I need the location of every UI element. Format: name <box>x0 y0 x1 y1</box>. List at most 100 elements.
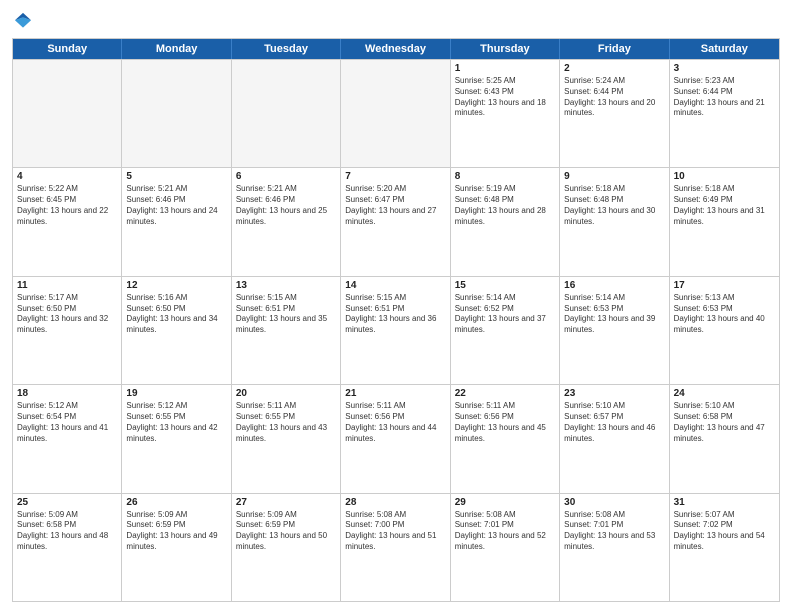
day-info: Sunrise: 5:08 AMSunset: 7:01 PMDaylight:… <box>564 510 664 553</box>
day-info: Sunrise: 5:13 AMSunset: 6:53 PMDaylight:… <box>674 293 775 336</box>
day-cell-7: 7 Sunrise: 5:20 AMSunset: 6:47 PMDaylight… <box>341 168 450 275</box>
day-info: Sunrise: 5:23 AMSunset: 6:44 PMDaylight:… <box>674 76 775 119</box>
day-cell-20: 20 Sunrise: 5:11 AMSunset: 6:55 PMDayligh… <box>232 385 341 492</box>
day-cell-12: 12Sunrise: 5:16 AMSunset: 6:50 PMDayligh… <box>122 277 231 384</box>
day-number: 16 <box>564 280 664 291</box>
day-number: 21 <box>345 388 445 399</box>
calendar-header-row: SundayMondayTuesdayWednesdayThursdayFrid… <box>13 39 779 59</box>
day-info: Sunrise: 5:09 AMSunset: 6:59 PMDaylight:… <box>236 510 336 553</box>
day-info: Sunrise: 5:09 AMSunset: 6:59 PMDaylight:… <box>126 510 226 553</box>
day-number: 5 <box>126 171 226 182</box>
day-number: 28 <box>345 497 445 508</box>
day-number: 11 <box>17 280 117 291</box>
calendar-body: 1 Sunrise: 5:25 AMSunset: 6:43 PMDaylight… <box>13 59 779 601</box>
day-number: 19 <box>126 388 226 399</box>
day-cell-13: 13 Sunrise: 5:15 AMSunset: 6:51 PMDayligh… <box>232 277 341 384</box>
day-number: 22 <box>455 388 555 399</box>
day-info: Sunrise: 5:10 AMSunset: 6:57 PMDaylight:… <box>564 401 664 444</box>
day-info: Sunrise: 5:07 AMSunset: 7:02 PMDaylight:… <box>674 510 775 553</box>
day-cell-17: 17 Sunrise: 5:13 AMSunset: 6:53 PMDayligh… <box>670 277 779 384</box>
day-number: 30 <box>564 497 664 508</box>
empty-cell <box>341 60 450 167</box>
day-cell-11: 11 Sunrise: 5:17 AMSunset: 6:50 PMDayligh… <box>13 277 122 384</box>
day-number: 14 <box>345 280 445 291</box>
weekday-header-monday: Monday <box>122 39 231 59</box>
day-number: 6 <box>236 171 336 182</box>
day-info: Sunrise: 5:08 AMSunset: 7:00 PMDaylight:… <box>345 510 445 553</box>
day-cell-31: 31 Sunrise: 5:07 AMSunset: 7:02 PMDayligh… <box>670 494 779 601</box>
day-cell-9: 9 Sunrise: 5:18 AMSunset: 6:48 PMDaylight… <box>560 168 669 275</box>
day-cell-29: 29 Sunrise: 5:08 AMSunset: 7:01 PMDayligh… <box>451 494 560 601</box>
day-info: Sunrise: 5:09 AMSunset: 6:58 PMDaylight:… <box>17 510 117 553</box>
day-info: Sunrise: 5:14 AMSunset: 6:52 PMDaylight:… <box>455 293 555 336</box>
day-cell-27: 27 Sunrise: 5:09 AMSunset: 6:59 PMDayligh… <box>232 494 341 601</box>
weekday-header-tuesday: Tuesday <box>232 39 341 59</box>
day-number: 24 <box>674 388 775 399</box>
header <box>12 10 780 32</box>
weekday-header-sunday: Sunday <box>13 39 122 59</box>
day-number: 17 <box>674 280 775 291</box>
day-number: 27 <box>236 497 336 508</box>
day-info: Sunrise: 5:21 AMSunset: 6:46 PMDaylight:… <box>236 184 336 227</box>
day-number: 9 <box>564 171 664 182</box>
day-cell-16: 16 Sunrise: 5:14 AMSunset: 6:53 PMDayligh… <box>560 277 669 384</box>
day-info: Sunrise: 5:18 AMSunset: 6:49 PMDaylight:… <box>674 184 775 227</box>
day-info: Sunrise: 5:22 AMSunset: 6:45 PMDaylight:… <box>17 184 117 227</box>
day-number: 20 <box>236 388 336 399</box>
day-cell-2: 2Sunrise: 5:24 AMSunset: 6:44 PMDaylight… <box>560 60 669 167</box>
day-cell-14: 14 Sunrise: 5:15 AMSunset: 6:51 PMDayligh… <box>341 277 450 384</box>
day-cell-25: 25 Sunrise: 5:09 AMSunset: 6:58 PMDayligh… <box>13 494 122 601</box>
day-number: 18 <box>17 388 117 399</box>
page: SundayMondayTuesdayWednesdayThursdayFrid… <box>0 0 792 612</box>
day-cell-4: 4Sunrise: 5:22 AMSunset: 6:45 PMDaylight… <box>13 168 122 275</box>
day-info: Sunrise: 5:20 AMSunset: 6:47 PMDaylight:… <box>345 184 445 227</box>
day-info: Sunrise: 5:11 AMSunset: 6:55 PMDaylight:… <box>236 401 336 444</box>
day-cell-28: 28 Sunrise: 5:08 AMSunset: 7:00 PMDayligh… <box>341 494 450 601</box>
calendar-row-5: 25 Sunrise: 5:09 AMSunset: 6:58 PMDayligh… <box>13 493 779 601</box>
day-number: 26 <box>126 497 226 508</box>
day-info: Sunrise: 5:11 AMSunset: 6:56 PMDaylight:… <box>345 401 445 444</box>
day-cell-15: 15 Sunrise: 5:14 AMSunset: 6:52 PMDayligh… <box>451 277 560 384</box>
day-cell-10: 10Sunrise: 5:18 AMSunset: 6:49 PMDayligh… <box>670 168 779 275</box>
day-info: Sunrise: 5:08 AMSunset: 7:01 PMDaylight:… <box>455 510 555 553</box>
day-info: Sunrise: 5:17 AMSunset: 6:50 PMDaylight:… <box>17 293 117 336</box>
empty-cell <box>232 60 341 167</box>
day-cell-23: 23 Sunrise: 5:10 AMSunset: 6:57 PMDayligh… <box>560 385 669 492</box>
day-number: 15 <box>455 280 555 291</box>
day-cell-19: 19 Sunrise: 5:12 AMSunset: 6:55 PMDayligh… <box>122 385 231 492</box>
day-number: 1 <box>455 63 555 74</box>
day-info: Sunrise: 5:14 AMSunset: 6:53 PMDaylight:… <box>564 293 664 336</box>
day-cell-3: 3Sunrise: 5:23 AMSunset: 6:44 PMDaylight… <box>670 60 779 167</box>
day-cell-26: 26 Sunrise: 5:09 AMSunset: 6:59 PMDayligh… <box>122 494 231 601</box>
day-cell-30: 30 Sunrise: 5:08 AMSunset: 7:01 PMDayligh… <box>560 494 669 601</box>
logo <box>12 10 38 32</box>
day-cell-21: 21 Sunrise: 5:11 AMSunset: 6:56 PMDayligh… <box>341 385 450 492</box>
day-number: 25 <box>17 497 117 508</box>
day-info: Sunrise: 5:10 AMSunset: 6:58 PMDaylight:… <box>674 401 775 444</box>
day-number: 8 <box>455 171 555 182</box>
day-cell-22: 22Sunrise: 5:11 AMSunset: 6:56 PMDayligh… <box>451 385 560 492</box>
day-number: 31 <box>674 497 775 508</box>
day-info: Sunrise: 5:21 AMSunset: 6:46 PMDaylight:… <box>126 184 226 227</box>
weekday-header-wednesday: Wednesday <box>341 39 450 59</box>
day-number: 29 <box>455 497 555 508</box>
day-cell-5: 5 Sunrise: 5:21 AMSunset: 6:46 PMDaylight… <box>122 168 231 275</box>
calendar-row-4: 18Sunrise: 5:12 AMSunset: 6:54 PMDayligh… <box>13 384 779 492</box>
day-number: 12 <box>126 280 226 291</box>
weekday-header-saturday: Saturday <box>670 39 779 59</box>
day-info: Sunrise: 5:15 AMSunset: 6:51 PMDaylight:… <box>236 293 336 336</box>
day-info: Sunrise: 5:15 AMSunset: 6:51 PMDaylight:… <box>345 293 445 336</box>
day-number: 23 <box>564 388 664 399</box>
day-cell-8: 8Sunrise: 5:19 AMSunset: 6:48 PMDaylight… <box>451 168 560 275</box>
day-cell-24: 24 Sunrise: 5:10 AMSunset: 6:58 PMDayligh… <box>670 385 779 492</box>
day-number: 13 <box>236 280 336 291</box>
day-info: Sunrise: 5:25 AMSunset: 6:43 PMDaylight:… <box>455 76 555 119</box>
day-info: Sunrise: 5:18 AMSunset: 6:48 PMDaylight:… <box>564 184 664 227</box>
day-number: 7 <box>345 171 445 182</box>
day-info: Sunrise: 5:12 AMSunset: 6:55 PMDaylight:… <box>126 401 226 444</box>
empty-cell <box>13 60 122 167</box>
day-cell-1: 1 Sunrise: 5:25 AMSunset: 6:43 PMDaylight… <box>451 60 560 167</box>
calendar-row-1: 1 Sunrise: 5:25 AMSunset: 6:43 PMDaylight… <box>13 59 779 167</box>
day-cell-6: 6 Sunrise: 5:21 AMSunset: 6:46 PMDaylight… <box>232 168 341 275</box>
weekday-header-friday: Friday <box>560 39 669 59</box>
